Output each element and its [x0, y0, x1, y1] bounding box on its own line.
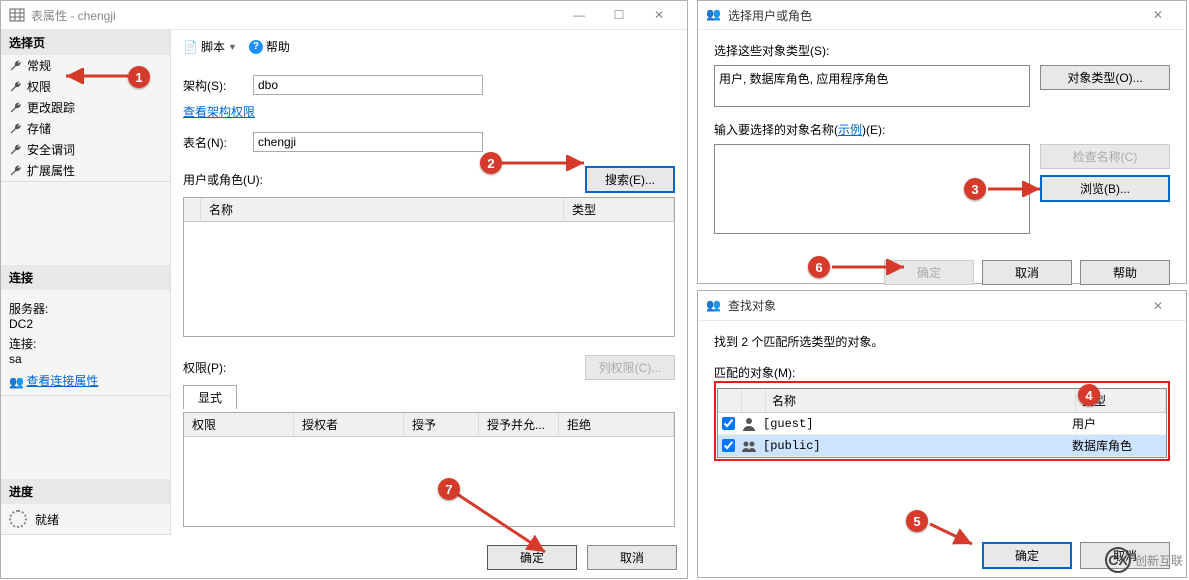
- server-label: 服务器:: [9, 300, 162, 317]
- row-checkbox[interactable]: [722, 439, 735, 452]
- table-name-input[interactable]: [253, 132, 483, 152]
- minimize-button[interactable]: —: [559, 1, 599, 29]
- toolbar: 📄脚本▼ ?帮助: [183, 38, 675, 61]
- close-button[interactable]: ✕: [639, 1, 679, 29]
- sidebar-item-security[interactable]: 安全谓词: [1, 139, 170, 160]
- users-icon: 👥: [706, 7, 722, 23]
- wrench-icon: [9, 122, 23, 136]
- titlebar: 👥 查找对象 ✕: [698, 291, 1186, 321]
- connection-value: sa: [9, 352, 162, 366]
- object-types-label: 选择这些对象类型(S):: [714, 42, 1170, 59]
- permissions-grid[interactable]: 权限 授权者 授予 授予并允... 拒绝: [183, 412, 675, 527]
- window-title: 查找对象: [728, 297, 1138, 314]
- schema-input[interactable]: [253, 75, 483, 95]
- example-link[interactable]: 示例: [838, 123, 862, 137]
- tab-explicit[interactable]: 显式: [183, 385, 237, 409]
- ok-button[interactable]: 确定: [982, 542, 1072, 569]
- annotation-box-4: 名称 类型 [guest] 用户 [public] 数据库角色: [714, 381, 1170, 461]
- annotation-badge-7: 7: [438, 478, 460, 500]
- grid-header-name: 名称: [766, 389, 1076, 412]
- script-dropdown[interactable]: 📄脚本▼: [183, 38, 237, 55]
- users-roles-label: 用户或角色(U):: [183, 171, 585, 188]
- help-button[interactable]: ?帮助: [249, 38, 290, 55]
- script-icon: 📄: [183, 40, 198, 54]
- connection-header: 连接: [1, 265, 170, 290]
- close-button[interactable]: ✕: [1138, 292, 1178, 320]
- annotation-badge-1: 1: [128, 66, 150, 88]
- window-title: 表属性 - chengji: [31, 7, 559, 24]
- main-panel: 📄脚本▼ ?帮助 架构(S): 查看架构权限 表名(N): 用户或角色(U): …: [171, 30, 687, 535]
- progress-spinner-icon: [9, 510, 27, 528]
- help-icon: ?: [249, 40, 263, 54]
- grid-header-name: 名称: [201, 198, 564, 221]
- wrench-icon: [9, 164, 23, 178]
- object-row-guest[interactable]: [guest] 用户: [718, 413, 1166, 435]
- ok-button[interactable]: 确定: [487, 545, 577, 570]
- annotation-badge-5: 5: [906, 510, 928, 532]
- titlebar: 👥 选择用户或角色 ✕: [698, 1, 1186, 30]
- table-properties-dialog: 表属性 - chengji — ☐ ✕ 选择页 常规 权限 更改跟踪 存储 安全…: [0, 0, 688, 579]
- row-checkbox[interactable]: [722, 417, 735, 430]
- check-names-button: 检查名称(C): [1040, 144, 1170, 169]
- table-name-label: 表名(N):: [183, 134, 253, 151]
- annotation-badge-3: 3: [964, 178, 986, 200]
- dialog-footer: 确定 取消 帮助: [698, 252, 1186, 293]
- wrench-icon: [9, 101, 23, 115]
- object-types-button[interactable]: 对象类型(O)...: [1040, 65, 1170, 90]
- schema-label: 架构(S):: [183, 77, 253, 94]
- maximize-button[interactable]: ☐: [599, 1, 639, 29]
- people-icon: 👥: [9, 375, 23, 389]
- object-types-box: 用户, 数据库角色, 应用程序角色: [714, 65, 1030, 107]
- watermark: CX 创新互联: [1105, 547, 1183, 573]
- server-value: DC2: [9, 317, 162, 331]
- browse-button[interactable]: 浏览(B)...: [1040, 175, 1170, 202]
- search-button[interactable]: 搜索(E)...: [585, 166, 675, 193]
- annotation-badge-2: 2: [480, 152, 502, 174]
- users-grid[interactable]: 名称 类型: [183, 197, 675, 337]
- grid-header-type: 类型: [564, 198, 674, 221]
- found-text: 找到 2 个匹配所选类型的对象。: [714, 333, 1170, 350]
- user-icon: [741, 416, 757, 432]
- cancel-button[interactable]: 取消: [982, 260, 1072, 285]
- watermark-logo-icon: CX: [1105, 547, 1131, 573]
- column-permissions-button: 列权限(C)...: [585, 355, 675, 380]
- find-objects-dialog: 👥 查找对象 ✕ 找到 2 个匹配所选类型的对象。 匹配的对象(M): 名称 类…: [697, 290, 1187, 578]
- wrench-icon: [9, 80, 23, 94]
- progress-header: 进度: [1, 479, 170, 504]
- dialog-footer: 确定 取消: [1, 535, 687, 580]
- role-icon: [741, 438, 757, 454]
- chevron-down-icon: ▼: [228, 42, 237, 52]
- sidebar-item-storage[interactable]: 存储: [1, 118, 170, 139]
- sidebar: 选择页 常规 权限 更改跟踪 存储 安全谓词 扩展属性 连接 服务器: DC2 …: [1, 30, 171, 535]
- cancel-button[interactable]: 取消: [587, 545, 677, 570]
- connection-label: 连接:: [9, 335, 162, 352]
- permissions-label: 权限(P):: [183, 359, 585, 376]
- matched-label: 匹配的对象(M):: [714, 364, 1170, 381]
- pages-header: 选择页: [1, 30, 170, 55]
- sidebar-item-extended[interactable]: 扩展属性: [1, 160, 170, 181]
- ok-button: 确定: [884, 260, 974, 285]
- annotation-badge-4: 4: [1078, 384, 1100, 406]
- progress-ready: 就绪: [35, 511, 59, 528]
- object-row-public[interactable]: [public] 数据库角色: [718, 435, 1166, 457]
- select-users-dialog: 👥 选择用户或角色 ✕ 选择这些对象类型(S): 用户, 数据库角色, 应用程序…: [697, 0, 1187, 284]
- annotation-badge-6: 6: [808, 256, 830, 278]
- objects-grid[interactable]: 名称 类型 [guest] 用户 [public] 数据库角色: [717, 388, 1167, 458]
- sidebar-item-changetracking[interactable]: 更改跟踪: [1, 97, 170, 118]
- titlebar: 表属性 - chengji — ☐ ✕: [1, 1, 687, 30]
- close-button[interactable]: ✕: [1138, 1, 1178, 29]
- window-title: 选择用户或角色: [728, 7, 1138, 24]
- view-schema-link[interactable]: 查看架构权限: [183, 103, 675, 120]
- table-icon: [9, 7, 25, 23]
- view-connection-link[interactable]: 查看连接属性: [26, 374, 98, 388]
- names-label: 输入要选择的对象名称(: [714, 123, 838, 137]
- users-icon: 👥: [706, 298, 722, 314]
- wrench-icon: [9, 143, 23, 157]
- wrench-icon: [9, 59, 23, 73]
- help-button[interactable]: 帮助: [1080, 260, 1170, 285]
